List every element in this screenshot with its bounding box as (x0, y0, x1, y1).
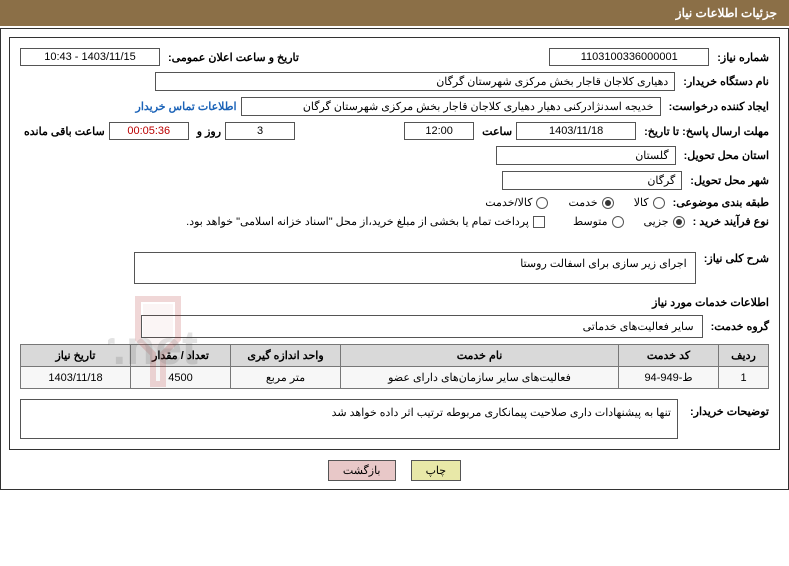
services-info-label: اطلاعات خدمات مورد نیاز (20, 296, 769, 309)
notes-label: توضیحات خریدار: (686, 399, 769, 418)
overview-label: شرح کلی نیاز: (700, 252, 769, 265)
announce-dt-field: 1403/11/15 - 10:43 (20, 48, 160, 66)
page-header: جزئیات اطلاعات نیاز (0, 0, 789, 26)
radio-circle-icon (536, 197, 548, 209)
row-requester: ایجاد کننده درخواست: خدیجه اسدنژادرکنی د… (20, 97, 769, 116)
remaining-time-field: 00:05:36 (109, 122, 189, 140)
announce-dt-label: تاریخ و ساعت اعلان عمومی: (164, 51, 299, 64)
th-qty: تعداد / مقدار (131, 345, 231, 367)
payment-note: پرداخت تمام یا بخشی از مبلغ خرید،از محل … (186, 215, 529, 228)
th-date: تاریخ نیاز (21, 345, 131, 367)
buyer-org-field: دهیاری کلاجان قاجار بخش مرکزی شهرستان گر… (155, 72, 675, 91)
service-group-label: گروه خدمت: (707, 320, 769, 333)
need-no-field: 1103100336000001 (549, 48, 709, 66)
td-row: 1 (719, 367, 769, 389)
buyer-contact-link[interactable]: اطلاعات تماس خریدار (136, 100, 237, 113)
radio-goods-service[interactable]: کالا/خدمت (485, 196, 548, 209)
days-value-field: 3 (225, 122, 295, 140)
category-label: طبقه بندی موضوعی: (669, 196, 769, 209)
purchase-type-label: نوع فرآیند خرید : (689, 215, 769, 228)
row-purchase-type: نوع فرآیند خرید : جزیی متوسط پرداخت تمام… (20, 215, 769, 228)
radio-medium[interactable]: متوسط (573, 215, 624, 228)
radio-goods[interactable]: کالا (634, 196, 665, 209)
radio-circle-icon (612, 216, 624, 228)
requester-label: ایجاد کننده درخواست: (665, 100, 769, 113)
back-button[interactable]: بازگشت (328, 460, 396, 481)
radio-minor[interactable]: جزیی (644, 215, 685, 228)
row-service-group: گروه خدمت: سایر فعالیت‌های خدماتی (20, 315, 769, 338)
radio-goods-label: کالا (634, 196, 649, 209)
purchase-type-radio-group: جزیی متوسط (573, 215, 685, 228)
row-notes: توضیحات خریدار: تنها به پیشنهادات داری ص… (20, 399, 769, 439)
radio-circle-icon (653, 197, 665, 209)
notes-field: تنها به پیشنهادات داری صلاحیت پیمانکاری … (20, 399, 678, 439)
deadline-date-field: 1403/11/18 (516, 122, 636, 140)
row-need-no: شماره نیاز: 1103100336000001 تاریخ و ساع… (20, 48, 769, 66)
services-table: ردیف کد خدمت نام خدمت واحد اندازه گیری ت… (20, 344, 769, 389)
td-date: 1403/11/18 (21, 367, 131, 389)
table-row: 1 ط-949-94 فعالیت‌های سایر سازمان‌های دا… (21, 367, 769, 389)
row-city: شهر محل تحویل: گرگان (20, 171, 769, 190)
category-radio-group: کالا خدمت کالا/خدمت (485, 196, 664, 209)
radio-minor-label: جزیی (644, 215, 669, 228)
td-name: فعالیت‌های سایر سازمان‌های دارای عضو (341, 367, 619, 389)
remaining-label: ساعت باقی مانده (20, 125, 105, 138)
city-field: گرگان (502, 171, 682, 190)
page-title: جزئیات اطلاعات نیاز (676, 6, 777, 20)
radio-service[interactable]: خدمت (568, 196, 613, 209)
table-header-row: ردیف کد خدمت نام خدمت واحد اندازه گیری ت… (21, 345, 769, 367)
treasury-checkbox[interactable] (533, 216, 545, 228)
th-row: ردیف (719, 345, 769, 367)
province-field: گلستان (496, 146, 676, 165)
button-row: چاپ بازگشت (9, 460, 780, 481)
outer-frame: AriaTender.net شماره نیاز: 1103100336000… (0, 28, 789, 490)
th-code: کد خدمت (619, 345, 719, 367)
row-category: طبقه بندی موضوعی: کالا خدمت کالا/خدمت (20, 196, 769, 209)
service-group-field: سایر فعالیت‌های خدماتی (141, 315, 703, 338)
need-no-label: شماره نیاز: (713, 51, 769, 64)
days-label: روز و (193, 125, 221, 138)
th-name: نام خدمت (341, 345, 619, 367)
province-label: استان محل تحویل: (680, 149, 769, 162)
radio-goods-service-label: کالا/خدمت (485, 196, 532, 209)
deadline-time-label: ساعت (478, 125, 512, 138)
inner-frame: شماره نیاز: 1103100336000001 تاریخ و ساع… (9, 37, 780, 450)
radio-circle-selected-icon (602, 197, 614, 209)
row-deadline: مهلت ارسال پاسخ: تا تاریخ: 1403/11/18 سا… (20, 122, 769, 140)
td-code: ط-949-94 (619, 367, 719, 389)
buyer-org-label: نام دستگاه خریدار: (679, 75, 769, 88)
radio-medium-label: متوسط (573, 215, 608, 228)
td-qty: 4500 (131, 367, 231, 389)
row-province: استان محل تحویل: گلستان (20, 146, 769, 165)
row-buyer-org: نام دستگاه خریدار: دهیاری کلاجان قاجار ب… (20, 72, 769, 91)
overview-field: اجرای زیر سازی برای اسفالت روستا (134, 252, 696, 284)
th-unit: واحد اندازه گیری (231, 345, 341, 367)
td-unit: متر مربع (231, 367, 341, 389)
print-button[interactable]: چاپ (411, 460, 462, 481)
radio-circle-selected-icon (673, 216, 685, 228)
deadline-time-field: 12:00 (404, 122, 474, 140)
requester-field: خدیجه اسدنژادرکنی دهیار دهیاری کلاجان قا… (241, 97, 661, 116)
radio-service-label: خدمت (568, 196, 597, 209)
city-label: شهر محل تحویل: (686, 174, 769, 187)
row-overview: شرح کلی نیاز: اجرای زیر سازی برای اسفالت… (20, 252, 769, 284)
deadline-label: مهلت ارسال پاسخ: تا تاریخ: (640, 125, 769, 138)
